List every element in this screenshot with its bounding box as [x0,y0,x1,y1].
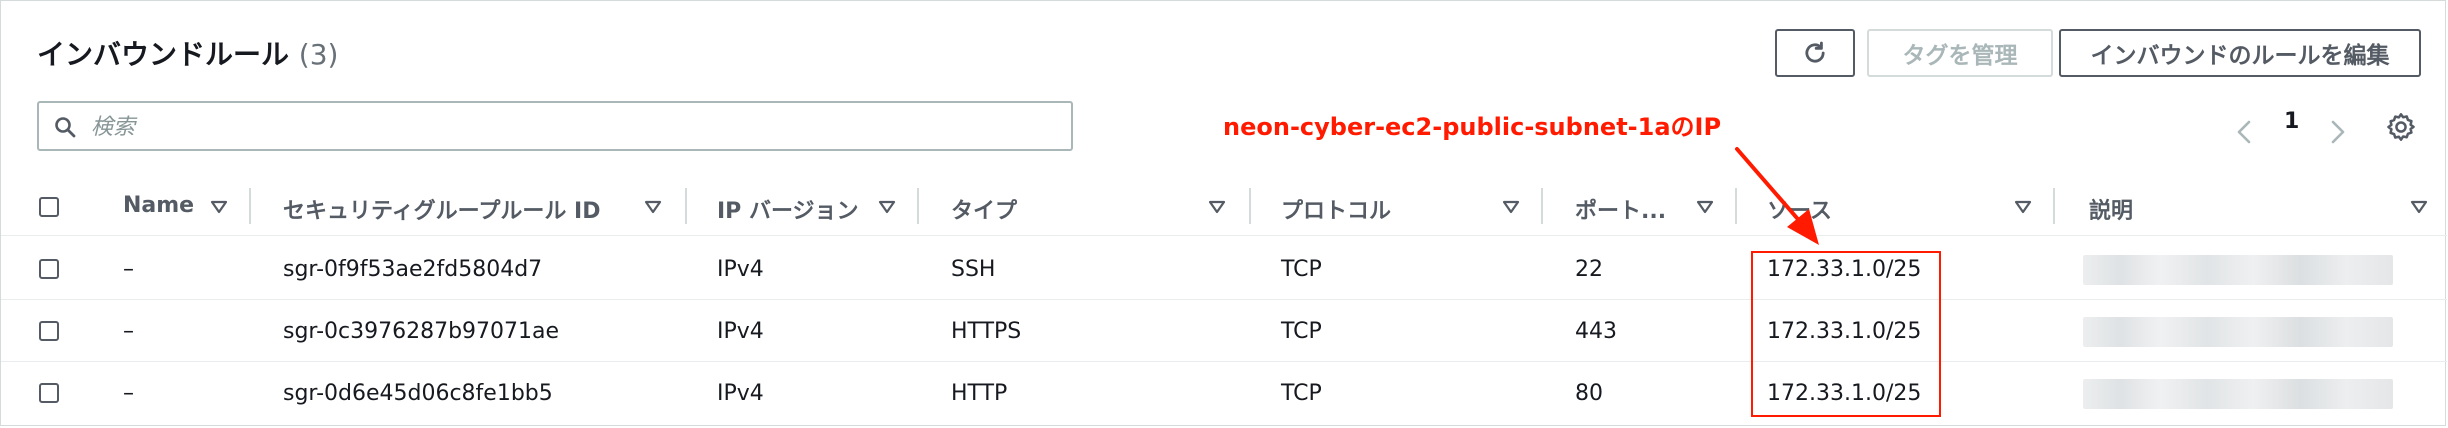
cell-rule-id: sgr-0f9f53ae2fd5804d7 [283,257,543,282]
sort-caret-icon[interactable] [2409,199,2429,215]
cell-rule-id: sgr-0c3976287b97071ae [283,319,560,344]
column-separator[interactable] [1541,188,1543,224]
cell-protocol: TCP [1281,257,1322,282]
row-divider [1,299,2447,300]
refresh-button[interactable] [1775,29,1855,77]
sort-caret-icon[interactable] [643,199,663,215]
column-header-name[interactable]: Name [123,193,194,218]
column-separator[interactable] [249,188,251,224]
search-icon [55,117,76,138]
redacted-description [2083,317,2393,347]
cell-name: – [123,257,134,282]
cell-name: – [123,319,134,344]
annotation-label: neon-cyber-ec2-public-subnet-1aのIP [1223,113,1722,141]
column-header-ip-version[interactable]: IP バージョン [717,193,859,225]
sort-caret-icon[interactable] [209,199,229,215]
column-header-port[interactable]: ポート... [1575,193,1666,225]
sort-caret-icon[interactable] [2013,199,2033,215]
cell-name: – [123,381,134,406]
annotation-arrow-icon [1735,147,1819,245]
column-separator[interactable] [1249,188,1251,224]
redacted-description [2083,379,2393,409]
sort-caret-icon[interactable] [1501,199,1521,215]
edit-inbound-rules-button[interactable]: インバウンドのルールを編集 [2059,29,2421,77]
inbound-rules-panel: インバウンドルール (3) タグを管理 インバウンドのルールを編集 neon-c… [0,0,2447,426]
current-page[interactable]: 1 [2284,109,2299,134]
sort-caret-icon[interactable] [1207,199,1227,215]
next-page-icon[interactable] [2325,119,2349,145]
cell-type: HTTP [951,381,1008,406]
table-header-divider [1,235,2447,236]
settings-gear-icon[interactable] [2385,111,2417,143]
manage-tags-button[interactable]: タグを管理 [1867,29,2053,77]
cell-type: HTTPS [951,319,1022,344]
previous-page-icon[interactable] [2233,119,2257,145]
cell-port: 443 [1575,319,1617,344]
cell-type: SSH [951,257,996,282]
cell-ip-version: IPv4 [717,381,764,406]
row-checkbox[interactable] [39,259,59,279]
row-divider [1,361,2447,362]
column-separator[interactable] [685,188,687,224]
column-header-description[interactable]: 説明 [2089,193,2133,225]
column-separator[interactable] [917,188,919,224]
column-header-type[interactable]: タイプ [951,193,1017,225]
rule-count: (3) [298,38,339,71]
row-checkbox[interactable] [39,321,59,341]
cell-protocol: TCP [1281,381,1322,406]
search-input[interactable] [89,111,1043,143]
page-title: インバウンドルール (3) [37,33,338,73]
redacted-description [2083,255,2393,285]
search-box[interactable] [37,101,1073,151]
cell-ip-version: IPv4 [717,319,764,344]
sort-caret-icon[interactable] [1695,199,1715,215]
column-header-rule-id[interactable]: セキュリティグループルール ID [283,193,600,225]
sort-caret-icon[interactable] [877,199,897,215]
select-all-checkbox[interactable] [39,197,59,217]
cell-rule-id: sgr-0d6e45d06c8fe1bb5 [283,381,553,406]
refresh-icon [1805,41,1825,63]
cell-protocol: TCP [1281,319,1322,344]
cell-ip-version: IPv4 [717,257,764,282]
column-separator[interactable] [2053,188,2055,224]
title-text: インバウンドルール [37,38,290,71]
cell-port: 22 [1575,257,1603,282]
cell-port: 80 [1575,381,1603,406]
column-header-protocol[interactable]: プロトコル [1281,193,1391,225]
source-highlight-box [1751,251,1941,417]
row-checkbox[interactable] [39,383,59,403]
